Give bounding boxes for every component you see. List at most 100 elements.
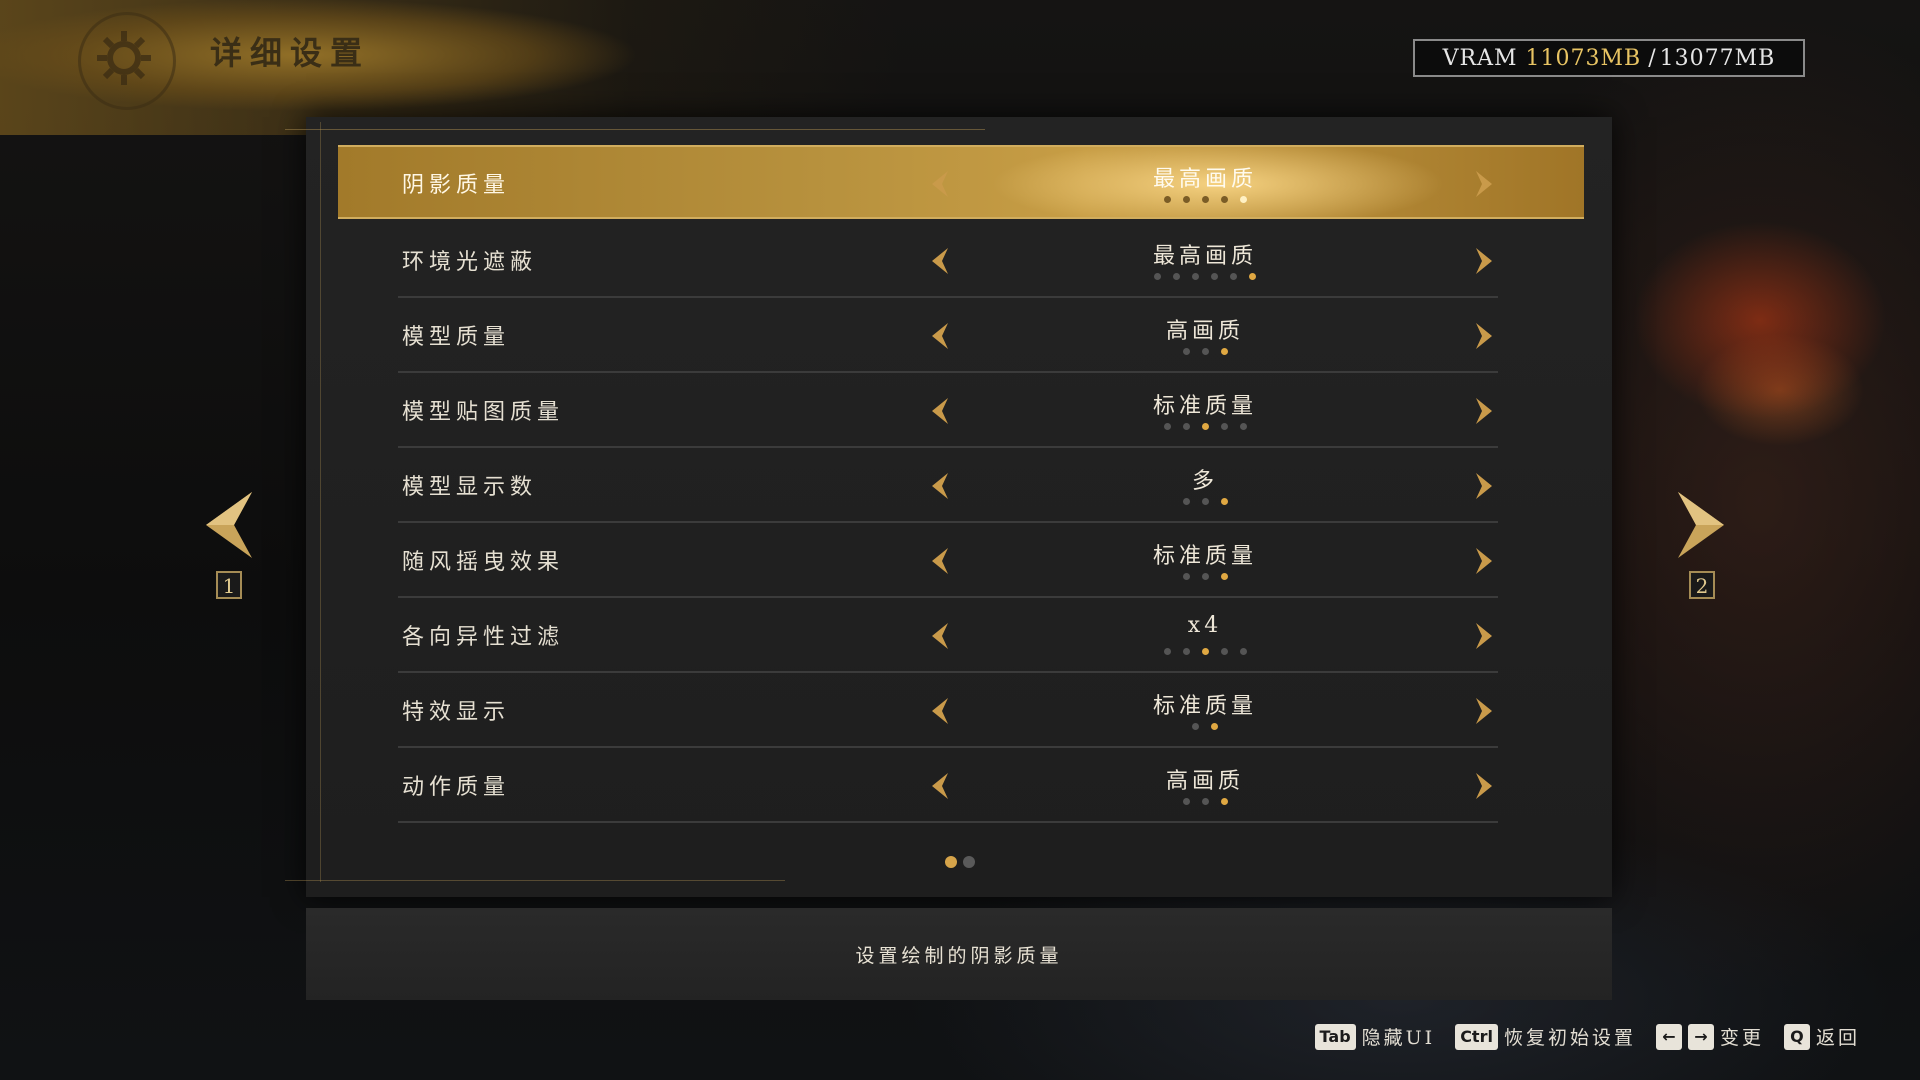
level-dots xyxy=(1138,723,1272,730)
right-arrow-key-icon: → xyxy=(1687,1023,1714,1050)
level-dot xyxy=(1230,273,1237,280)
back-label: 返回 xyxy=(1815,1027,1860,1049)
header-banner: 详细设置 xyxy=(0,0,900,135)
setting-label: 模型显示数 xyxy=(402,475,538,500)
level-dot xyxy=(1182,798,1190,805)
hide-ui-hint[interactable]: Tab 隐藏UI xyxy=(1314,1023,1436,1050)
vram-separator: / xyxy=(1648,45,1657,71)
level-dot xyxy=(1220,648,1228,655)
decrease-arrow-icon[interactable] xyxy=(928,546,952,576)
level-dot xyxy=(1211,273,1218,280)
q-key-icon: Q xyxy=(1783,1023,1810,1050)
vram-label: VRAM xyxy=(1442,45,1518,71)
setting-value: 高画质 xyxy=(1165,319,1244,344)
level-dots xyxy=(1138,273,1272,280)
level-dot xyxy=(1182,423,1190,430)
setting-row[interactable]: 随风摇曳效果 标准质量 xyxy=(398,524,1498,598)
setting-row[interactable]: 模型质量 高画质 xyxy=(398,299,1498,373)
setting-row[interactable]: 动作质量 高画质 xyxy=(398,749,1498,823)
vram-indicator: VRAM 11073MB / 13077MB xyxy=(1413,39,1805,77)
level-dot xyxy=(1201,798,1209,805)
setting-value: 高画质 xyxy=(1165,769,1244,794)
increase-arrow-icon[interactable] xyxy=(1472,771,1496,801)
reset-hint[interactable]: Ctrl 恢复初始设置 xyxy=(1455,1023,1636,1050)
level-dot xyxy=(1192,723,1199,730)
increase-arrow-icon[interactable] xyxy=(1472,546,1496,576)
setting-label: 模型质量 xyxy=(402,325,511,350)
level-dot xyxy=(1211,723,1218,730)
level-dot xyxy=(1220,423,1228,430)
decrease-arrow-icon[interactable] xyxy=(928,771,952,801)
increase-arrow-icon[interactable] xyxy=(1472,696,1496,726)
setting-label: 阴影质量 xyxy=(402,173,511,198)
decrease-arrow-icon[interactable] xyxy=(928,246,952,276)
increase-arrow-icon[interactable] xyxy=(1472,246,1496,276)
gear-icon xyxy=(78,12,176,110)
setting-row[interactable]: 环境光遮蔽 最高画质 xyxy=(398,224,1498,298)
page-indicator xyxy=(945,856,975,868)
level-dots xyxy=(1138,648,1272,655)
chevron-left-icon[interactable] xyxy=(204,490,254,560)
increase-arrow-icon[interactable] xyxy=(1472,396,1496,426)
level-dot xyxy=(1201,648,1209,655)
panel-decoration xyxy=(320,122,321,882)
decrease-arrow-icon[interactable] xyxy=(928,321,952,351)
setting-value: 最高画质 xyxy=(1152,167,1257,192)
panel-decoration xyxy=(285,880,785,881)
level-dot xyxy=(1182,348,1190,355)
decrease-arrow-icon[interactable] xyxy=(928,621,952,651)
vram-used: 11073MB xyxy=(1525,45,1642,71)
level-dot xyxy=(1220,798,1228,805)
chevron-right-icon[interactable] xyxy=(1676,490,1726,560)
level-dots xyxy=(1138,498,1272,505)
increase-arrow-icon[interactable] xyxy=(1472,321,1496,351)
decrease-arrow-icon[interactable] xyxy=(928,471,952,501)
level-dot xyxy=(1249,273,1256,280)
hide-ui-label: 隐藏UI xyxy=(1361,1027,1436,1049)
decrease-arrow-icon[interactable] xyxy=(928,169,952,199)
level-dot xyxy=(1163,423,1171,430)
setting-row[interactable]: 各向异性过滤 x4 xyxy=(398,599,1498,673)
setting-label: 各向异性过滤 xyxy=(402,625,565,650)
level-dot xyxy=(1182,573,1190,580)
increase-arrow-icon[interactable] xyxy=(1472,169,1496,199)
level-dot xyxy=(1220,348,1228,355)
setting-description: 设置绘制的阴影质量 xyxy=(306,908,1612,1000)
level-dot xyxy=(1201,423,1209,430)
setting-value: 最高画质 xyxy=(1152,244,1257,269)
setting-row[interactable]: 模型贴图质量 标准质量 xyxy=(398,374,1498,448)
setting-value: x4 xyxy=(1187,613,1223,638)
decrease-arrow-icon[interactable] xyxy=(928,396,952,426)
setting-label: 随风摇曳效果 xyxy=(402,550,565,575)
level-dot xyxy=(1239,648,1247,655)
decrease-arrow-icon[interactable] xyxy=(928,696,952,726)
level-dot xyxy=(1201,498,1209,505)
level-dot xyxy=(1182,498,1190,505)
setting-value: 多 xyxy=(1191,469,1218,494)
page-title: 详细设置 xyxy=(210,34,371,72)
level-dot xyxy=(1163,648,1171,655)
page-dot xyxy=(945,856,957,868)
setting-row[interactable]: 特效显示 标准质量 xyxy=(398,674,1498,748)
increase-arrow-icon[interactable] xyxy=(1472,621,1496,651)
page-dot xyxy=(963,856,975,868)
level-dots xyxy=(1138,798,1272,805)
back-hint[interactable]: Q 返回 xyxy=(1783,1023,1860,1050)
setting-row[interactable]: 模型显示数 多 xyxy=(398,449,1498,523)
level-dot xyxy=(1201,348,1209,355)
change-hint[interactable]: ← → 变更 xyxy=(1655,1023,1764,1050)
level-dot xyxy=(1154,273,1161,280)
increase-arrow-icon[interactable] xyxy=(1472,471,1496,501)
level-dots xyxy=(1138,196,1272,203)
level-dot xyxy=(1201,196,1209,203)
level-dot xyxy=(1239,423,1247,430)
setting-row[interactable]: 阴影质量 最高画质 xyxy=(338,145,1584,219)
setting-value: 标准质量 xyxy=(1152,394,1257,419)
footer-hints: Tab 隐藏UI Ctrl 恢复初始设置 ← → 变更 Q 返回 xyxy=(1303,1023,1860,1050)
level-dot xyxy=(1201,573,1209,580)
tab-key-icon: Tab xyxy=(1314,1023,1356,1050)
level-dot xyxy=(1192,273,1199,280)
setting-label: 动作质量 xyxy=(402,775,511,800)
setting-value: 标准质量 xyxy=(1152,544,1257,569)
setting-label: 环境光遮蔽 xyxy=(402,250,538,275)
